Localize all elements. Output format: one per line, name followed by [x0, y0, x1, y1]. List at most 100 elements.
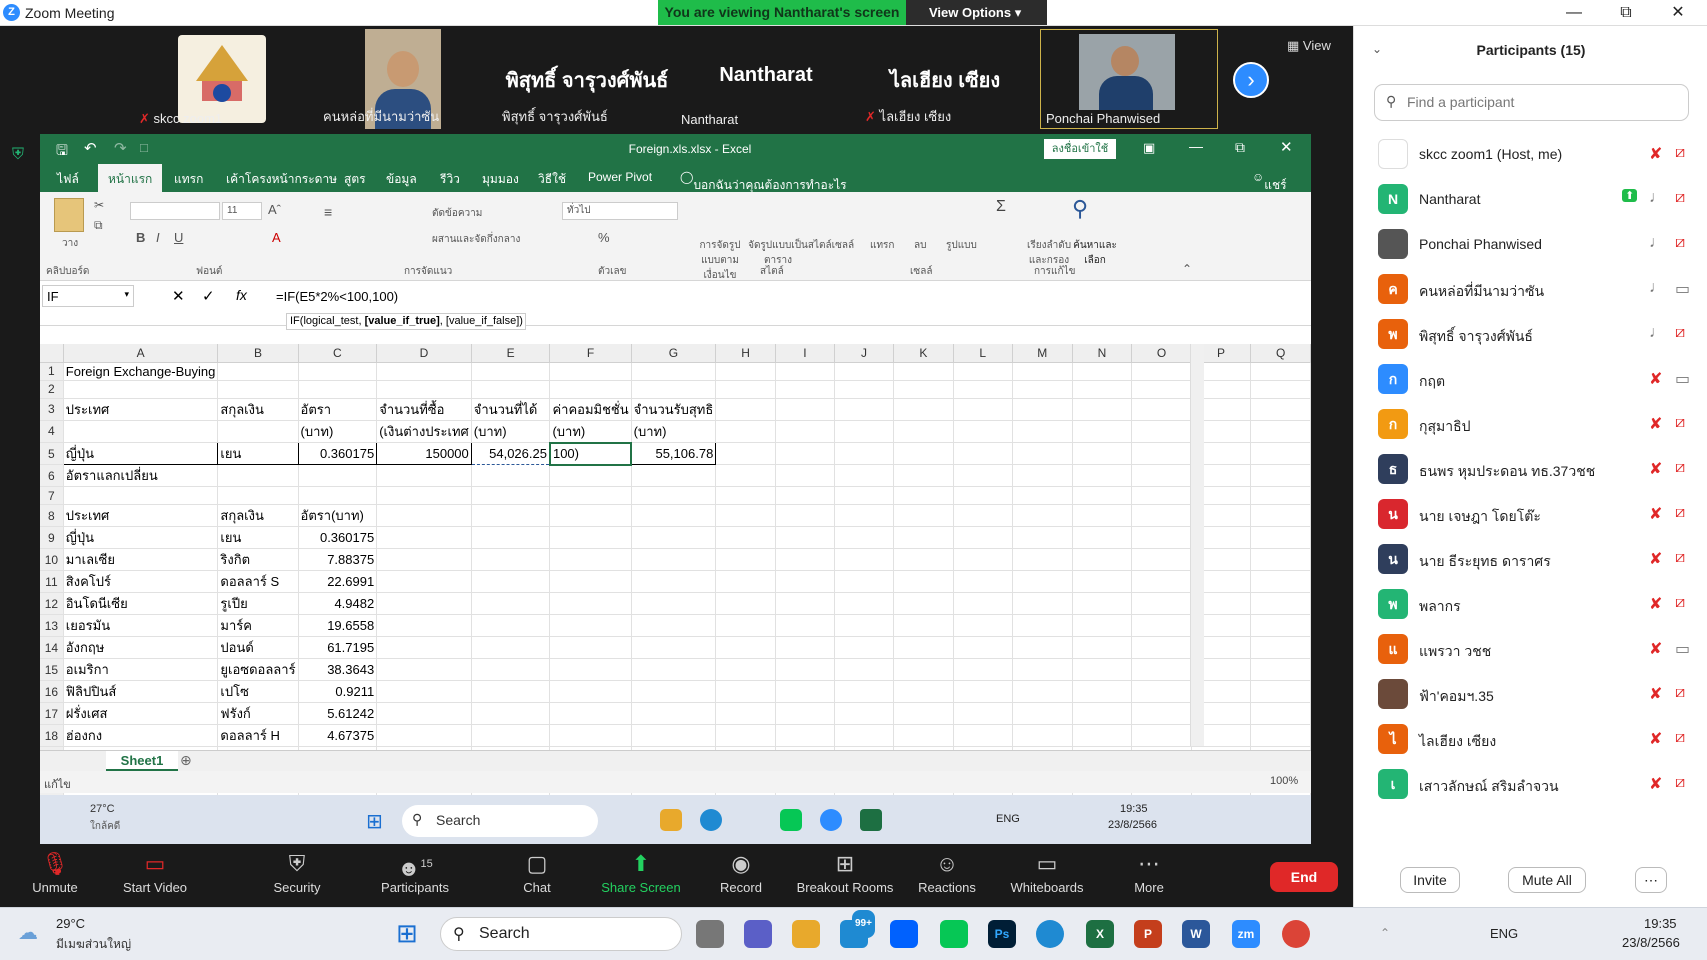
cell[interactable]	[775, 702, 835, 725]
cell[interactable]: 55,106.78	[630, 442, 717, 465]
cell[interactable]	[298, 380, 378, 399]
cell[interactable]	[775, 442, 835, 465]
cell[interactable]	[953, 658, 1013, 681]
cell[interactable]	[376, 570, 472, 593]
cell[interactable]	[298, 362, 378, 381]
autosum-icon[interactable]: Σ	[996, 198, 1006, 216]
cell[interactable]	[893, 592, 954, 615]
cell[interactable]	[1131, 724, 1192, 747]
cell[interactable]: 61.7195	[298, 636, 378, 659]
cell[interactable]	[1072, 548, 1133, 571]
collapse-ribbon-icon[interactable]: ⌃	[1182, 262, 1192, 276]
more-options-button[interactable]: ⋯	[1635, 867, 1667, 893]
cell[interactable]	[775, 486, 835, 505]
video-thumb-pisut[interactable]: พิสุทธิ์ จารุวงศ์พันธ์ พิสุทธิ์ จารุวงศ์…	[497, 29, 677, 129]
column-header[interactable]: E	[471, 344, 551, 363]
cell[interactable]	[775, 504, 835, 527]
zoom-icon[interactable]	[820, 809, 842, 831]
record-button[interactable]: ◉ Record	[686, 848, 796, 895]
cell[interactable]	[217, 362, 299, 381]
cell[interactable]	[1131, 398, 1192, 421]
cell[interactable]: อังกฤษ	[63, 636, 219, 659]
cell[interactable]	[549, 362, 632, 381]
cell[interactable]: สกุลเงิน	[217, 398, 299, 421]
cell[interactable]	[1131, 548, 1192, 571]
cell[interactable]	[775, 570, 835, 593]
participant-row[interactable]: ไ ไลเฮียง เซียง ✘ ⧄	[1354, 717, 1707, 762]
tab-insert[interactable]: แทรก	[174, 170, 203, 189]
cell[interactable]	[953, 526, 1013, 549]
security-button[interactable]: ⛨ Security	[242, 848, 352, 895]
row-header[interactable]: 3	[40, 398, 64, 421]
font-color-icon[interactable]: A	[272, 230, 281, 245]
cell[interactable]: (บาท)	[471, 420, 551, 443]
video-thumb-skcc[interactable]: ✗ skcc zoom1	[134, 29, 268, 129]
spreadsheet-grid[interactable]: A B C D E F G H I J K L M N O P Q 1 Foreign Exchange-Buyin…	[40, 344, 1311, 827]
cell[interactable]	[63, 420, 219, 443]
cell[interactable]	[631, 592, 717, 615]
cell[interactable]	[1072, 592, 1133, 615]
start-icon[interactable]: ⊞	[396, 918, 418, 949]
participants-button[interactable]: ☻15 Participants	[360, 848, 470, 895]
tab-page-layout[interactable]: เค้าโครงหน้ากระดาษ	[226, 170, 337, 189]
cell[interactable]: ญี่ปุ่น	[62, 442, 219, 465]
start-icon[interactable]: ⊞	[366, 809, 383, 834]
cell[interactable]	[834, 636, 895, 659]
cell[interactable]	[1131, 702, 1192, 725]
cell[interactable]	[549, 614, 632, 637]
cell[interactable]	[631, 636, 717, 659]
row-header[interactable]: 17	[40, 702, 64, 725]
unmute-button[interactable]: 🎙 Unmute	[0, 848, 110, 895]
more-button[interactable]: ⋯ More	[1094, 848, 1204, 895]
cell[interactable]: ฝรั่งเศส	[63, 702, 219, 725]
cell[interactable]	[549, 548, 632, 571]
cell[interactable]	[1131, 658, 1192, 681]
share-button[interactable]: ☺ แชร์	[1252, 170, 1287, 192]
cell[interactable]	[953, 442, 1013, 465]
cell[interactable]	[1250, 362, 1311, 381]
breakout-rooms-button[interactable]: ⊞ Breakout Rooms	[790, 848, 900, 895]
cell[interactable]	[1250, 464, 1311, 487]
row-header[interactable]: 4	[40, 420, 64, 443]
column-header[interactable]: I	[775, 344, 835, 363]
cell[interactable]	[1072, 526, 1133, 549]
cell[interactable]	[549, 702, 632, 725]
cell[interactable]	[631, 658, 717, 681]
cell[interactable]: 0.360175	[297, 442, 378, 465]
cell[interactable]	[217, 464, 299, 487]
language-indicator[interactable]: ENG	[996, 813, 1020, 825]
cell[interactable]: อัตราแลกเปลี่ยน	[63, 464, 219, 487]
powerpoint-icon[interactable]: P	[1134, 920, 1162, 948]
cell[interactable]	[217, 420, 299, 443]
cell[interactable]	[1012, 702, 1073, 725]
line-icon[interactable]	[940, 920, 968, 948]
cell[interactable]	[715, 526, 776, 549]
cell[interactable]	[893, 442, 954, 465]
cell[interactable]	[1131, 570, 1192, 593]
cell[interactable]	[631, 548, 717, 571]
cell[interactable]: เปโซ	[217, 680, 299, 703]
cell[interactable]	[834, 570, 895, 593]
cell[interactable]	[1250, 724, 1311, 747]
row-header[interactable]: 18	[40, 724, 64, 747]
cell[interactable]	[775, 680, 835, 703]
view-options-button[interactable]: View Options ▾	[906, 0, 1047, 25]
cell[interactable]: อัตรา	[298, 398, 378, 421]
cell[interactable]	[715, 636, 776, 659]
tab-home[interactable]: หน้าแรก	[98, 164, 163, 192]
font-name-select[interactable]	[130, 202, 220, 220]
cell[interactable]	[376, 486, 472, 505]
cell[interactable]: 54,026.25	[470, 442, 551, 465]
cell[interactable]	[376, 526, 472, 549]
cell[interactable]: จำนวนที่ได้	[471, 398, 551, 421]
column-header[interactable]: A	[63, 344, 219, 363]
row-header[interactable]: 5	[40, 442, 64, 465]
column-header[interactable]: J	[834, 344, 895, 363]
cell[interactable]	[775, 380, 835, 399]
line-icon[interactable]	[780, 809, 802, 831]
cell[interactable]	[953, 724, 1013, 747]
cell[interactable]	[1012, 592, 1073, 615]
select-all-corner[interactable]	[40, 344, 64, 363]
cell[interactable]	[376, 362, 472, 381]
cell[interactable]: ยูเอซดอลลาร์	[217, 658, 299, 681]
